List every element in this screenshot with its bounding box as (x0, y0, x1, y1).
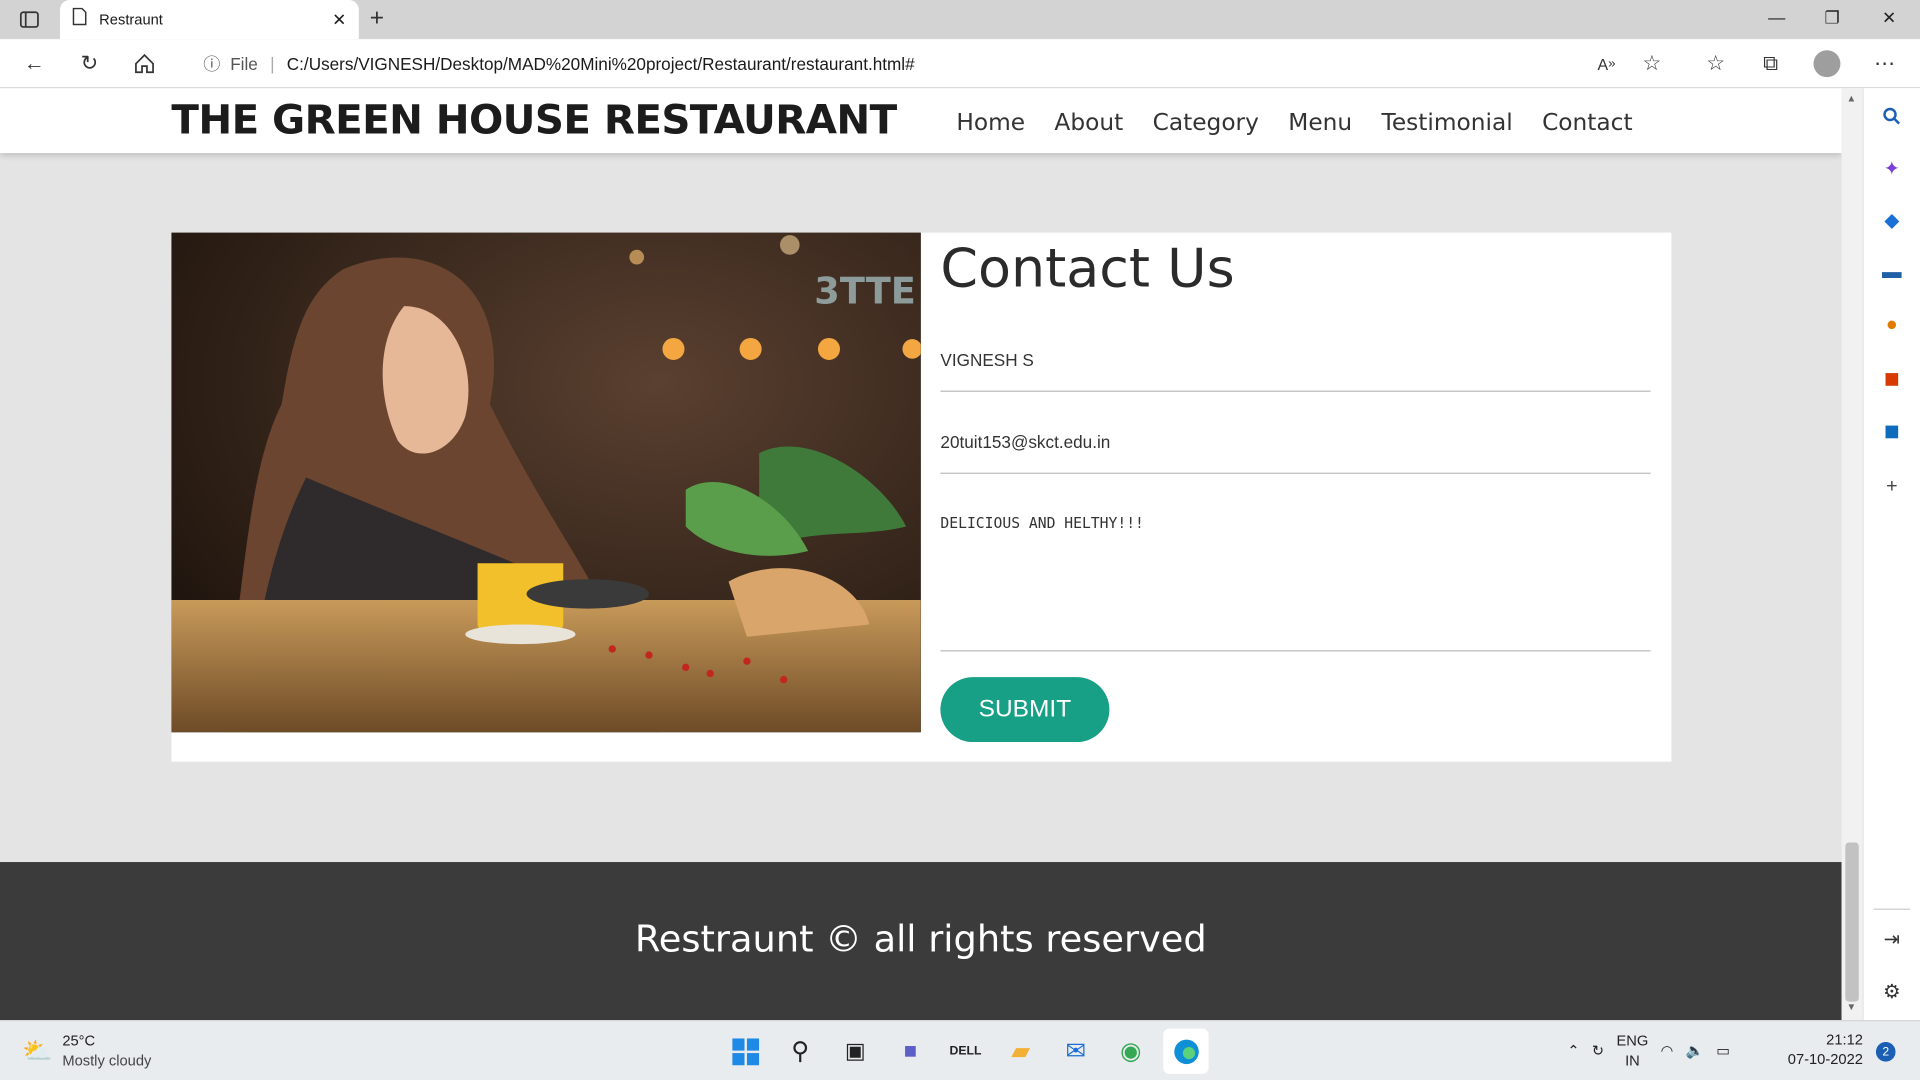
nav-testimonial[interactable]: Testimonial (1382, 109, 1513, 136)
volume-icon[interactable]: 🔈 (1686, 1042, 1704, 1059)
chrome-icon[interactable]: ◉ (1108, 1029, 1153, 1074)
outlook-icon[interactable]: ◼ (1878, 418, 1905, 445)
system-tray: ⌃ ↻ ENG IN ◠ 🔈 ▭ (1567, 1031, 1730, 1070)
tab-actions-icon[interactable] (12, 7, 46, 31)
browser-tab[interactable]: Restraunt ✕ (60, 0, 359, 40)
wifi-icon[interactable]: ◠ (1661, 1042, 1674, 1059)
scroll-up-icon[interactable]: ▲ (1847, 93, 1857, 104)
add-icon[interactable]: + (1878, 474, 1905, 501)
close-window-icon[interactable]: ✕ (1882, 7, 1896, 28)
refresh-icon[interactable]: ↻ (75, 49, 104, 78)
email-input[interactable]: 20tuit153@skct.edu.in (940, 432, 1651, 474)
office-icon[interactable]: ◼ (1878, 365, 1905, 392)
date: 07-10-2022 (1787, 1050, 1863, 1068)
restaurant-photo: 3TTE (171, 232, 921, 733)
time: 21:12 (1826, 1031, 1863, 1049)
email-value: 20tuit153@skct.edu.in (940, 432, 1111, 452)
restore-icon[interactable]: ❐ (1825, 7, 1840, 28)
edge-sidebar: ✦ ◆ ▬ ● ◼ ◼ + ⇥ ⚙ (1862, 88, 1920, 1021)
nav-category[interactable]: Category (1153, 109, 1259, 136)
task-view-icon[interactable]: ▣ (833, 1029, 878, 1074)
svg-text:3TTE: 3TTE (814, 270, 916, 313)
start-icon[interactable] (722, 1029, 767, 1074)
profile-avatar[interactable] (1813, 50, 1841, 78)
site-nav: Home About Category Menu Testimonial Con… (956, 109, 1662, 136)
search-icon[interactable] (1878, 103, 1905, 130)
scheme-label: File (230, 53, 258, 74)
new-tab-button[interactable]: + (370, 6, 384, 30)
more-options-icon[interactable]: ⋯ (1870, 49, 1899, 78)
clock[interactable]: 21:12 07-10-2022 (1788, 1030, 1863, 1069)
nav-home[interactable]: Home (956, 109, 1025, 136)
page-scrollbar[interactable]: ▲ ▼ (1841, 88, 1863, 1021)
battery-icon[interactable]: ▭ (1716, 1042, 1730, 1059)
site-footer: Restraunt © all rights reserved (0, 862, 1842, 1021)
dell-icon[interactable]: DELL (943, 1029, 988, 1074)
url-text: C:/Users/VIGNESH/Desktop/MAD%20Mini%20pr… (286, 53, 915, 74)
lang-bottom: IN (1625, 1051, 1640, 1069)
nav-about[interactable]: About (1054, 109, 1123, 136)
close-tab-icon[interactable]: ✕ (332, 9, 346, 30)
contact-heading: Contact Us (940, 237, 1235, 301)
copilot-icon[interactable]: ✦ (1878, 156, 1905, 183)
shopping-icon[interactable]: ◆ (1878, 207, 1905, 234)
page-viewport: THE GREEN HOUSE RESTAURANT Home About Ca… (0, 88, 1842, 1021)
hide-sidebar-icon[interactable]: ⇥ (1878, 926, 1905, 953)
edge-icon[interactable] (1163, 1028, 1209, 1074)
chevron-up-icon[interactable]: ⌃ (1567, 1042, 1579, 1059)
taskbar-apps: ⚲ ▣ ■ DELL ▰ ✉ ◉ (722, 1028, 1209, 1074)
sidebar-divider (1873, 908, 1911, 910)
page-icon (72, 7, 87, 31)
message-textarea[interactable]: DELICIOUS AND HELTHY!!! (940, 514, 1651, 652)
lang-top: ENG (1616, 1032, 1649, 1050)
separator: | (270, 53, 275, 74)
footer-text: Restraunt © all rights reserved (634, 918, 1207, 962)
cloud-icon: ⛅ (22, 1037, 53, 1065)
favorites-icon[interactable]: ☆ (1701, 49, 1730, 78)
windows-taskbar: ⛅ 25°C Mostly cloudy ⚲ ▣ ■ DELL ▰ ✉ ◉ ⌃ … (0, 1020, 1920, 1080)
nav-contact[interactable]: Contact (1542, 109, 1633, 136)
scroll-thumb[interactable] (1845, 842, 1859, 1002)
mail-icon[interactable]: ✉ (1053, 1029, 1098, 1074)
temperature: 25°C (62, 1032, 96, 1050)
language-indicator[interactable]: ENG IN (1616, 1031, 1648, 1070)
home-icon[interactable] (130, 49, 159, 78)
teams-chat-icon[interactable]: ■ (888, 1029, 933, 1074)
read-aloud-icon[interactable]: A» (1592, 49, 1621, 78)
search-taskbar-icon[interactable]: ⚲ (778, 1029, 823, 1074)
nav-menu[interactable]: Menu (1288, 109, 1352, 136)
add-favorite-icon[interactable]: ☆ (1637, 49, 1666, 78)
site-header: THE GREEN HOUSE RESTAURANT Home About Ca… (0, 88, 1842, 154)
browser-toolbar: ← ↻ ⓘ File | C:/Users/VIGNESH/Desktop/MA… (0, 39, 1920, 89)
collections-icon[interactable]: ⧉ (1756, 49, 1785, 78)
info-icon[interactable]: ⓘ (203, 51, 220, 75)
sync-icon[interactable]: ↻ (1592, 1042, 1604, 1059)
notification-badge[interactable]: 2 (1875, 1042, 1896, 1062)
scroll-down-icon[interactable]: ▼ (1847, 1002, 1857, 1013)
settings-gear-icon[interactable]: ⚙ (1878, 978, 1905, 1005)
tab-title: Restraunt (99, 11, 163, 29)
site-brand[interactable]: THE GREEN HOUSE RESTAURANT (171, 96, 897, 144)
contact-section: 3TTE Contact Us VIGNESH S 20tuit153@skct… (171, 232, 1672, 762)
address-bar[interactable]: ⓘ File | C:/Users/VIGNESH/Desktop/MAD%20… (181, 44, 1678, 84)
weather-widget[interactable]: ⛅ 25°C Mostly cloudy (22, 1031, 151, 1070)
message-value: DELICIOUS AND HELTHY!!! (940, 514, 1144, 532)
weather-text: Mostly cloudy (62, 1051, 152, 1069)
file-explorer-icon[interactable]: ▰ (998, 1029, 1043, 1074)
minimize-icon[interactable]: — (1768, 7, 1785, 27)
contact-form: Contact Us VIGNESH S 20tuit153@skct.edu.… (940, 233, 1651, 743)
name-value: VIGNESH S (940, 350, 1034, 370)
games-icon[interactable]: ● (1878, 312, 1905, 339)
name-input[interactable]: VIGNESH S (940, 350, 1651, 392)
tools-icon[interactable]: ▬ (1878, 260, 1905, 287)
back-icon[interactable]: ← (20, 49, 49, 78)
submit-button[interactable]: SUBMIT (940, 677, 1110, 743)
tab-strip: Restraunt ✕ + — ❐ ✕ (0, 0, 1920, 40)
